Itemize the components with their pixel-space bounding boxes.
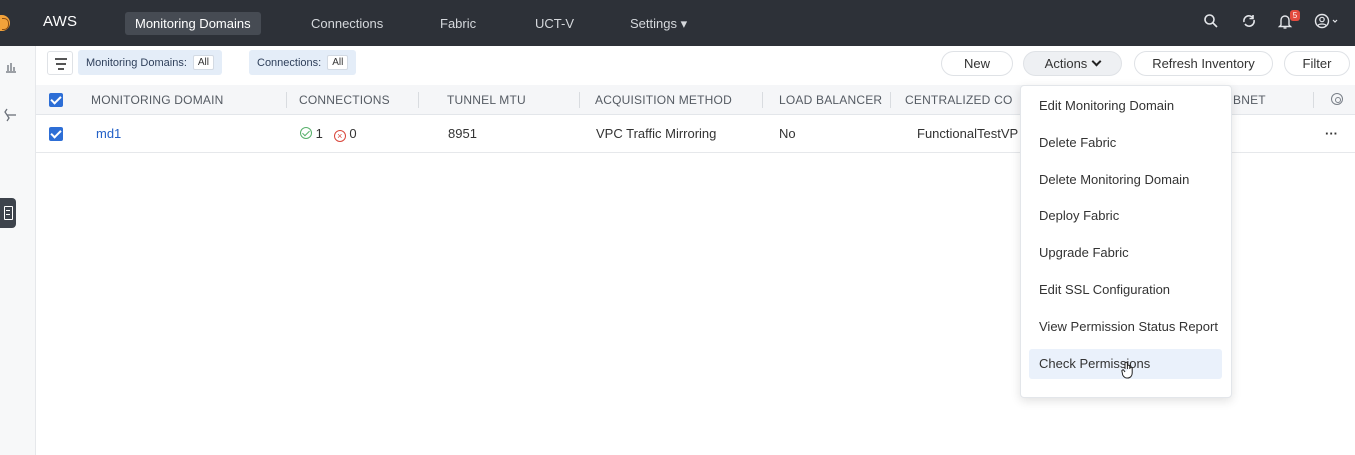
load-balancer-cell: No <box>779 126 796 141</box>
domain-link[interactable]: md1 <box>96 115 121 153</box>
column-header-subnet[interactable]: BNET <box>1233 85 1266 115</box>
actions-label: Actions <box>1044 56 1088 71</box>
topology-icon[interactable] <box>3 107 19 123</box>
connections-ok-count: 1 <box>315 126 323 141</box>
chip-value: All <box>327 55 349 70</box>
menu-item-edit-ssl-configuration[interactable]: Edit SSL Configuration <box>1029 275 1222 305</box>
column-settings-icon[interactable] <box>1331 93 1343 105</box>
chip-label: Monitoring Domains: <box>86 56 187 69</box>
menu-item-deploy-fabric[interactable]: Deploy Fabric <box>1029 201 1222 231</box>
select-all-checkbox[interactable] <box>49 93 63 107</box>
notification-badge: 5 <box>1290 10 1300 21</box>
actions-dropdown-menu: Edit Monitoring Domain Delete Fabric Del… <box>1020 85 1232 398</box>
centralized-cell: FunctionalTestVP <box>917 126 1019 141</box>
nav-uct-v[interactable]: UCT-V <box>535 13 574 35</box>
connections-cell: 1 × 0 <box>300 115 357 153</box>
sync-icon[interactable] <box>1239 13 1259 33</box>
chip-label: Connections: <box>257 56 322 69</box>
tunnel-mtu-cell: 8951 <box>448 126 477 141</box>
column-header-acquisition-method[interactable]: ACQUISITION METHOD <box>595 85 732 115</box>
menu-item-view-permission-status-report[interactable]: View Permission Status Report <box>1029 312 1222 342</box>
top-navigation-bar: AWS Monitoring Domains Connections Fabri… <box>0 0 1355 46</box>
column-header-centralized[interactable]: CENTRALIZED CO <box>905 85 1012 115</box>
nav-settings[interactable]: Settings ▾ <box>630 13 687 35</box>
dashboard-icon[interactable] <box>3 60 19 76</box>
more-actions-icon[interactable]: ··· <box>1325 115 1338 153</box>
cloud-platform-label: AWS <box>43 13 78 30</box>
chip-value: All <box>192 55 214 70</box>
filter-toggle-button[interactable] <box>47 51 73 75</box>
menu-item-upgrade-fabric[interactable]: Upgrade Fabric <box>1029 238 1222 268</box>
column-header-connections[interactable]: CONNECTIONS <box>299 85 390 115</box>
actions-button[interactable]: Actions <box>1023 51 1122 76</box>
menu-item-edit-monitoring-domain[interactable]: Edit Monitoring Domain <box>1029 91 1222 121</box>
nav-fabric[interactable]: Fabric <box>440 13 476 35</box>
check-circle-icon <box>300 127 312 139</box>
chevron-down-icon <box>1091 56 1102 67</box>
column-header-tunnel-mtu[interactable]: TUNNEL MTU <box>447 85 526 115</box>
menu-item-delete-fabric[interactable]: Delete Fabric <box>1029 128 1222 158</box>
acquisition-method-cell: VPC Traffic Mirroring <box>596 126 717 141</box>
column-header-monitoring-domain[interactable]: MONITORING DOMAIN <box>91 85 224 115</box>
connections-filter-chip[interactable]: Connections: All <box>249 50 357 75</box>
globe-icon[interactable] <box>0 15 10 31</box>
error-circle-icon: × <box>333 130 346 142</box>
monitoring-domains-filter-chip[interactable]: Monitoring Domains: All <box>78 50 222 75</box>
row-checkbox[interactable] <box>49 127 63 141</box>
menu-item-delete-monitoring-domain[interactable]: Delete Monitoring Domain <box>1029 165 1222 195</box>
left-rail <box>0 46 36 455</box>
inventory-icon[interactable] <box>0 198 16 228</box>
filter-button[interactable]: Filter <box>1284 51 1350 76</box>
new-button[interactable]: New <box>941 51 1013 76</box>
column-header-load-balancer[interactable]: LOAD BALANCER <box>779 85 882 115</box>
user-icon[interactable] <box>1313 13 1343 33</box>
nav-monitoring-domains[interactable]: Monitoring Domains <box>125 12 261 35</box>
refresh-inventory-button[interactable]: Refresh Inventory <box>1134 51 1273 76</box>
nav-connections[interactable]: Connections <box>311 13 383 35</box>
search-icon[interactable] <box>1201 13 1221 33</box>
connections-error-count: 0 <box>349 126 357 141</box>
hand-cursor-icon <box>1121 361 1133 379</box>
